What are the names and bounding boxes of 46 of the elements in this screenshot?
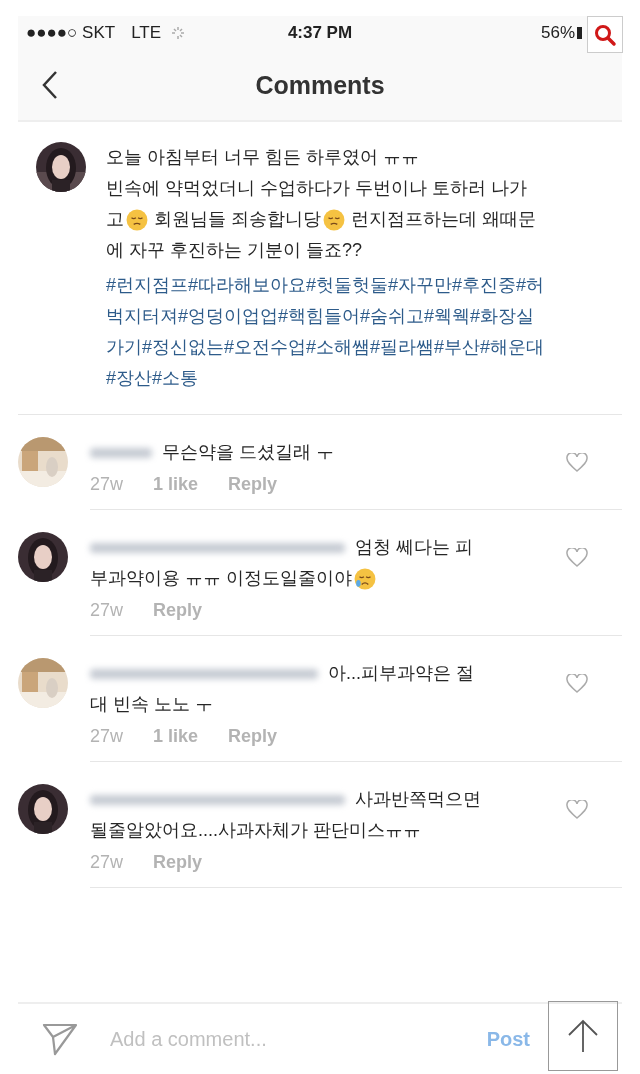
heart-icon[interactable] bbox=[566, 674, 588, 694]
comment-text: 아...피부과약은 절 bbox=[328, 662, 474, 685]
network-type: LTE bbox=[131, 23, 162, 43]
like-count[interactable]: 1 like bbox=[153, 474, 199, 495]
heart-icon[interactable] bbox=[566, 548, 588, 568]
caption-text: 빈속에 약먹었더니 수업하다가 두번이나 토하러 나가 bbox=[106, 177, 527, 200]
emoji-icon bbox=[354, 567, 376, 590]
caption-text: 에 자꾸 후진하는 기분이 들죠?? bbox=[106, 239, 363, 262]
heart-icon[interactable] bbox=[566, 800, 588, 820]
comment-text: 엄청 쎄다는 피 bbox=[355, 536, 473, 559]
battery-icon bbox=[577, 27, 582, 39]
comment-text: 사과반쪽먹으면 bbox=[355, 788, 481, 811]
comment-time: 27w bbox=[90, 726, 124, 747]
heart-icon[interactable] bbox=[566, 453, 588, 473]
reply-link[interactable]: Reply bbox=[228, 474, 278, 495]
back-icon[interactable] bbox=[42, 70, 58, 100]
search-button[interactable] bbox=[587, 16, 623, 53]
comment-input[interactable]: Add a comment... bbox=[108, 1026, 451, 1052]
emoji-icon bbox=[323, 208, 345, 231]
caption-text: 회원님들 죄송합니당 bbox=[154, 208, 321, 231]
comment-time: 27w bbox=[90, 600, 124, 621]
send-icon[interactable] bbox=[42, 1022, 78, 1056]
comment-time: 27w bbox=[90, 852, 124, 873]
caption-text: 고 bbox=[106, 208, 124, 231]
clock: 4:37 PM bbox=[286, 23, 354, 43]
blurred-username bbox=[90, 447, 152, 458]
reply-link[interactable]: Reply bbox=[153, 600, 203, 621]
comment-text: 될줄알았어요....사과자체가 판단미스ㅠㅠ bbox=[90, 819, 421, 842]
comment-text: 대 빈속 노노 ㅜ bbox=[90, 693, 213, 716]
activity-icon bbox=[171, 26, 186, 40]
caption-text: 오늘 아침부터 너무 힘든 하루였어 ㅠㅠ bbox=[106, 146, 419, 169]
comment-text: 부과약이용 ㅠㅠ 이정도일줄이야 bbox=[90, 567, 352, 590]
battery-percent: 56% bbox=[540, 23, 575, 43]
caption-text: 런지점프하는데 왜때문 bbox=[351, 208, 537, 231]
carrier: ●●●●○ SKT bbox=[26, 23, 116, 43]
search-icon bbox=[593, 22, 617, 47]
arrow-up-icon bbox=[566, 1018, 600, 1054]
scroll-top-button[interactable] bbox=[548, 1001, 618, 1071]
emoji-icon bbox=[126, 208, 148, 231]
comment-time: 27w bbox=[90, 474, 124, 495]
reply-link[interactable]: Reply bbox=[228, 726, 278, 747]
comment-text: 무슨약을 드셨길래 ㅜ bbox=[162, 441, 334, 464]
hashtags[interactable]: #런지점프#따라해보아요#헛둘헛둘#자꾸만#후진중#허벅지터져#엉덩이업업#핵힘들어#숨쉬고#웩웩#화장실가기#정신없는#오전수업#소해쌤#필라쌤#부산#해운대#장산#소통 bbox=[106, 270, 546, 394]
like-count[interactable]: 1 like bbox=[153, 726, 199, 747]
page-title: Comments bbox=[255, 70, 385, 100]
reply-link[interactable]: Reply bbox=[153, 852, 203, 873]
